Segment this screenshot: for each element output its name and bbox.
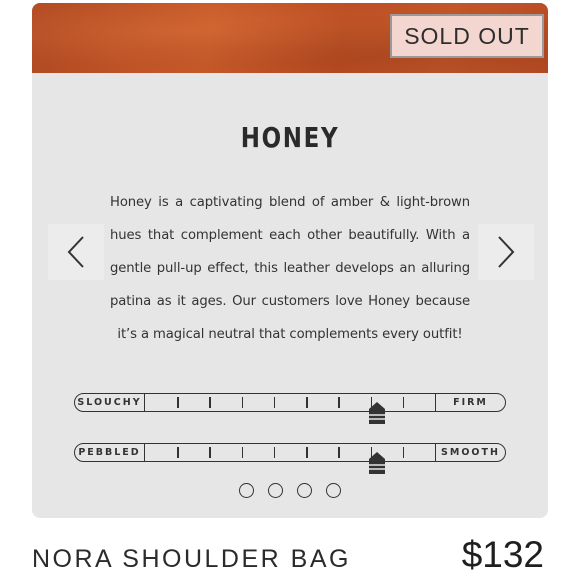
scale-marker-icon bbox=[369, 452, 385, 474]
carousel-dot-3[interactable] bbox=[297, 483, 312, 498]
prev-button[interactable] bbox=[48, 224, 104, 280]
scale-tick bbox=[338, 447, 340, 458]
carousel-dot-4[interactable] bbox=[326, 483, 341, 498]
scale-tick bbox=[177, 397, 179, 408]
scale-right-label: SMOOTH bbox=[435, 444, 505, 461]
scale-tick bbox=[209, 447, 211, 458]
scale-tick bbox=[402, 447, 405, 458]
leather-card: SOLD OUT HONEY Honey is a captivating bl… bbox=[32, 3, 548, 518]
scale-left-label: PEBBLED bbox=[75, 444, 145, 461]
pebbled-smooth-scale: PEBBLED SMOOTH bbox=[74, 443, 506, 474]
scale-tick bbox=[273, 397, 276, 408]
product-name: NORA SHOULDER BAG bbox=[32, 545, 351, 573]
carousel-dots bbox=[32, 483, 548, 498]
scale-marker-icon bbox=[369, 402, 385, 424]
scale-tick bbox=[402, 397, 405, 408]
scale-tick bbox=[273, 447, 276, 458]
scale-right-label: FIRM bbox=[435, 394, 505, 411]
sold-out-badge: SOLD OUT bbox=[390, 14, 544, 58]
scale-tick bbox=[209, 397, 211, 408]
next-button[interactable] bbox=[478, 224, 534, 280]
carousel-dot-1[interactable] bbox=[239, 483, 254, 498]
carousel-dot-2[interactable] bbox=[268, 483, 283, 498]
scale-tick bbox=[241, 397, 244, 408]
slouchy-firm-scale: SLOUCHY FIRM bbox=[74, 393, 506, 424]
leather-description: Honey is a captivating blend of amber & … bbox=[110, 195, 470, 342]
scale-tick bbox=[306, 447, 308, 458]
scale-tick bbox=[306, 397, 308, 408]
scale-tick bbox=[177, 447, 179, 458]
chevron-left-icon bbox=[67, 236, 84, 268]
product-price: $132 bbox=[461, 534, 544, 575]
scale-tick bbox=[241, 447, 244, 458]
scale-tick bbox=[338, 397, 340, 408]
scale-left-label: SLOUCHY bbox=[75, 394, 145, 411]
chevron-right-icon bbox=[498, 236, 515, 268]
leather-title: HONEY bbox=[240, 121, 340, 154]
